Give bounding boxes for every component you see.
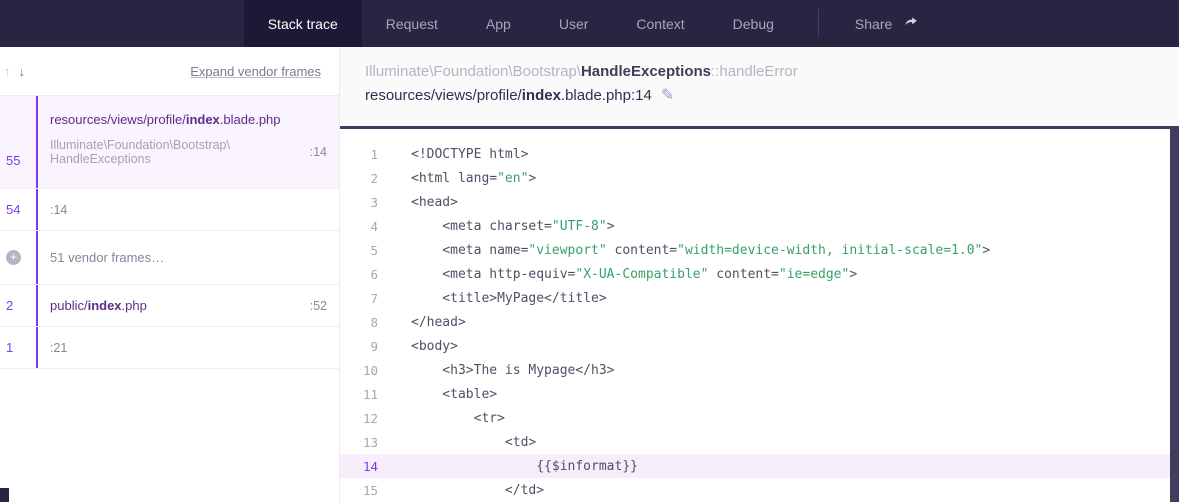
line-number: 15 (340, 483, 378, 498)
code-line-text: <td> (378, 435, 536, 450)
code-line: 7 <title>MyPage</title> (340, 286, 1179, 310)
line-number: 6 (340, 267, 378, 282)
tab-user[interactable]: User (535, 0, 613, 47)
frame-detail-panel: Illuminate\Foundation\Bootstrap\HandleEx… (340, 47, 1179, 502)
code-line: 12 <tr> (340, 406, 1179, 430)
stack-frame-row[interactable]: 54 :14 (0, 189, 339, 231)
frame-file-path: resources/views/profile/index.blade.php (50, 112, 327, 127)
page-background-right-edge (1170, 126, 1179, 502)
vendor-frames-label: 51 vendor frames… (50, 250, 164, 265)
line-number: 9 (340, 339, 378, 354)
error-page: Stack traceRequestAppUserContextDebug Sh… (0, 0, 1179, 502)
expand-plus-icon[interactable]: + (6, 250, 21, 265)
frame-index-gutter: + (0, 231, 36, 284)
top-navigation: Stack traceRequestAppUserContextDebug Sh… (0, 0, 1179, 47)
code-line-text: <body> (378, 339, 458, 354)
page-background-corner (0, 488, 9, 502)
frame-fully-qualified-method: Illuminate\Foundation\Bootstrap\HandleEx… (365, 63, 1179, 80)
tab-bar: Stack traceRequestAppUserContextDebug (244, 0, 798, 47)
code-line-text: <title>MyPage</title> (378, 291, 607, 306)
frame-index: 55 (6, 153, 20, 168)
frame-file-path: public/index.php (50, 298, 147, 313)
line-number: 12 (340, 411, 378, 426)
tab-app[interactable]: App (462, 0, 535, 47)
tab-request[interactable]: Request (362, 0, 462, 47)
code-line: 3<head> (340, 190, 1179, 214)
code-line-text: <meta name="viewport" content="width=dev… (378, 243, 990, 258)
code-line-text: <head> (378, 195, 458, 210)
frame-index-gutter: 55 (0, 96, 36, 188)
code-line-text: <!DOCTYPE html> (378, 147, 528, 162)
frame-line-number: :52 (310, 299, 327, 313)
code-viewer: 1<!DOCTYPE html>2<html lang="en">3<head>… (340, 126, 1179, 502)
next-frame-arrow-icon[interactable]: ↓ (17, 64, 28, 79)
line-number: 2 (340, 171, 378, 186)
file-path-text: resources/views/profile/index.blade.php:… (365, 87, 652, 104)
nav-divider (818, 9, 819, 38)
frame-line-number: :14 (50, 203, 67, 217)
code-line: 4 <meta charset="UTF-8"> (340, 214, 1179, 238)
line-number: 8 (340, 315, 378, 330)
edit-in-editor-pencil-icon[interactable]: ✎ (661, 88, 674, 104)
frame-index-gutter: 2 (0, 285, 36, 326)
code-line-text: <tr> (378, 411, 505, 426)
line-number: 14 (340, 459, 378, 474)
tab-debug[interactable]: Debug (709, 0, 798, 47)
line-number: 5 (340, 243, 378, 258)
frame-navigation: ↑ ↓ (2, 64, 27, 79)
frame-line-number: :21 (50, 341, 67, 355)
frame-class-method: Illuminate\Foundation\Bootstrap\ HandleE… (50, 138, 230, 166)
code-line: 5 <meta name="viewport" content="width=d… (340, 238, 1179, 262)
share-button-label: Share (855, 16, 892, 32)
frame-detail-header: Illuminate\Foundation\Bootstrap\HandleEx… (340, 47, 1179, 126)
line-number: 1 (340, 147, 378, 162)
code-line: 15 </td> (340, 478, 1179, 502)
stack-frame-row[interactable]: 1 :21 (0, 327, 339, 369)
frame-file-location: resources/views/profile/index.blade.php:… (365, 87, 1179, 104)
code-line: 1<!DOCTYPE html> (340, 142, 1179, 166)
code-line: 14 {{$informat}} (340, 454, 1179, 478)
vendor-frames-toggle[interactable]: + 51 vendor frames… (0, 231, 339, 285)
sidebar-header: ↑ ↓ Expand vendor frames (0, 47, 339, 96)
code-line-text: <meta http-equiv="X-UA-Compatible" conte… (378, 267, 857, 282)
code-line-text: <table> (378, 387, 497, 402)
frame-index: 2 (6, 298, 13, 313)
code-line-text: <meta charset="UTF-8"> (378, 219, 615, 234)
code-line: 11 <table> (340, 382, 1179, 406)
code-line: 13 <td> (340, 430, 1179, 454)
code-line: 8</head> (340, 310, 1179, 334)
line-number: 7 (340, 291, 378, 306)
share-button[interactable]: Share (839, 0, 935, 47)
frame-index-gutter: 54 (0, 189, 36, 230)
share-icon (903, 15, 919, 32)
code-line-text: </td> (378, 483, 544, 498)
previous-frame-arrow-icon[interactable]: ↑ (2, 64, 13, 79)
code-line: 2<html lang="en"> (340, 166, 1179, 190)
stack-frame-sidebar: ↑ ↓ Expand vendor frames 55 resources/vi… (0, 47, 340, 502)
tab-context[interactable]: Context (612, 0, 708, 47)
code-line-text: </head> (378, 315, 466, 330)
code-line: 6 <meta http-equiv="X-UA-Compatible" con… (340, 262, 1179, 286)
line-number: 13 (340, 435, 378, 450)
line-number: 11 (340, 387, 378, 402)
code-line-text: <html lang="en"> (378, 171, 536, 186)
code-line: 9<body> (340, 334, 1179, 358)
stack-frame-row[interactable]: 2 public/index.php :52 (0, 285, 339, 327)
code-line-text: <h3>The is Mypage</h3> (378, 363, 615, 378)
line-number: 10 (340, 363, 378, 378)
code-line: 10 <h3>The is Mypage</h3> (340, 358, 1179, 382)
line-number: 3 (340, 195, 378, 210)
frame-index: 1 (6, 340, 13, 355)
content-area: ↑ ↓ Expand vendor frames 55 resources/vi… (0, 47, 1179, 502)
frame-index: 54 (6, 202, 20, 217)
line-number: 4 (340, 219, 378, 234)
frame-line-number: :14 (310, 145, 327, 159)
frame-index-gutter: 1 (0, 327, 36, 368)
code-line-text: {{$informat}} (378, 459, 638, 474)
stack-frame-row[interactable]: 55 resources/views/profile/index.blade.p… (0, 96, 339, 189)
expand-vendor-frames-link[interactable]: Expand vendor frames (190, 64, 321, 79)
tab-stack-trace[interactable]: Stack trace (244, 0, 362, 47)
